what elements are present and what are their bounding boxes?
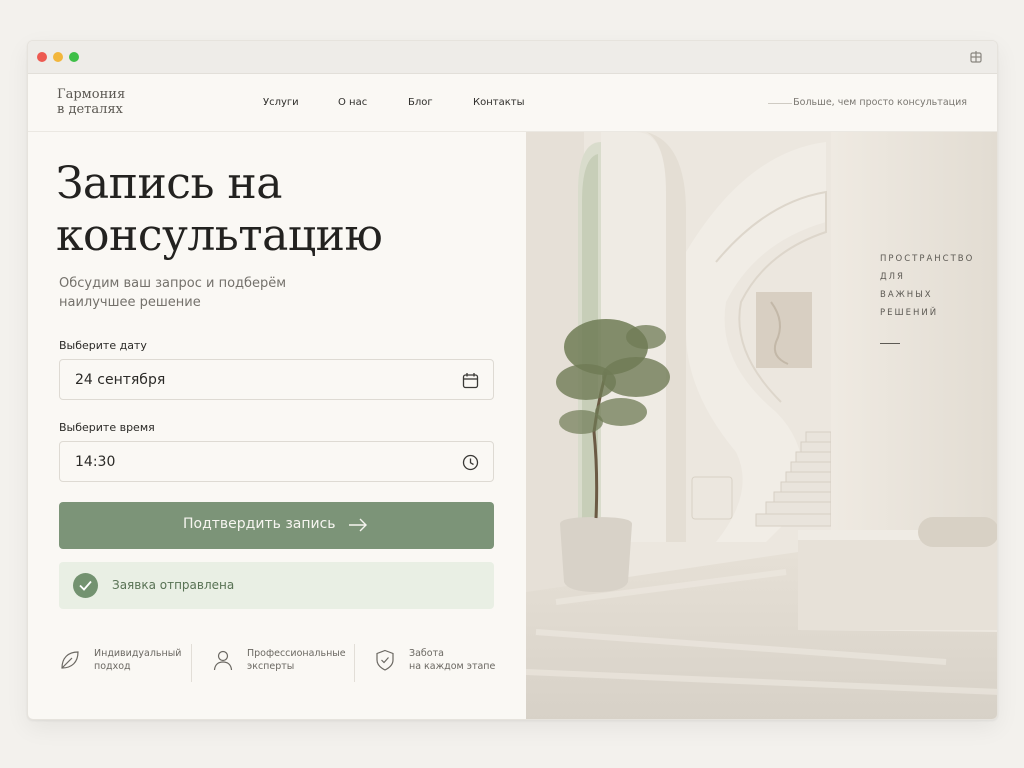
brand-line-2: в деталях [57, 102, 123, 117]
maximize-window-button[interactable] [69, 52, 79, 62]
time-label: Выберите время [59, 421, 155, 434]
window-chrome [28, 41, 997, 74]
tagline-divider [768, 103, 792, 104]
booking-form-panel: Запись на консультацию Обсудим ваш запро… [28, 132, 526, 719]
interior-illustration [526, 132, 997, 719]
brand-logo[interactable]: Гармония в деталях [57, 87, 125, 117]
feature-divider [354, 644, 355, 682]
title-line-2: консультацию [56, 210, 383, 261]
feature-experts-line2: эксперты [247, 661, 295, 672]
feature-individual-text: Индивидуальный подход [94, 647, 204, 673]
date-label: Выберите дату [59, 339, 147, 352]
brand-line-1: Гармония [57, 87, 126, 102]
overlay-line-2: ДЛЯ [880, 272, 905, 282]
nav-blog[interactable]: Блог [408, 97, 433, 108]
user-icon [213, 650, 233, 671]
feature-care-text: Забота на каждом этапе [409, 647, 519, 673]
page-title: Запись на консультацию [56, 158, 383, 262]
overlay-line-1: ПРОСТРАНСТВО [880, 254, 975, 264]
date-value: 24 сентября [75, 372, 166, 388]
overlay-line-3: ВАЖНЫХ [880, 290, 933, 300]
arrow-right-icon [349, 518, 367, 532]
feature-care-line2: на каждом этапе [409, 661, 496, 672]
hero-overlay-caption: ПРОСТРАНСТВО ДЛЯ ВАЖНЫХ РЕШЕНИЙ [880, 250, 974, 322]
hero-image: ПРОСТРАНСТВО ДЛЯ ВАЖНЫХ РЕШЕНИЙ [526, 132, 997, 719]
shield-check-icon [376, 649, 394, 671]
title-line-1: Запись на [56, 158, 282, 209]
feature-care-line1: Забота [409, 648, 444, 659]
leaf-icon [61, 651, 79, 669]
clock-icon[interactable] [462, 454, 479, 471]
overlay-underline [880, 343, 900, 344]
check-circle-icon [73, 573, 98, 598]
feature-individual-line2: подход [94, 661, 131, 672]
success-notice: Заявка отправлена [59, 562, 494, 609]
confirm-booking-button[interactable]: Подтвердить запись [59, 502, 494, 549]
time-picker-field[interactable]: 14:30 [59, 441, 494, 482]
feature-experts-text: Профессиональные эксперты [247, 647, 357, 673]
minimize-window-button[interactable] [53, 52, 63, 62]
feature-experts-line1: Профессиональные [247, 648, 346, 659]
feature-divider [191, 644, 192, 682]
date-picker-field[interactable]: 24 сентября [59, 359, 494, 400]
feature-individual-line1: Индивидуальный [94, 648, 182, 659]
nav-about[interactable]: О нас [338, 97, 367, 108]
nav-services[interactable]: Услуги [263, 97, 299, 108]
extension-icon[interactable] [969, 50, 983, 64]
confirm-button-label: Подтвердить запись [183, 516, 336, 532]
overlay-line-4: РЕШЕНИЙ [880, 308, 939, 318]
header-tagline: Больше, чем просто консультация [793, 97, 967, 108]
nav-contacts[interactable]: Контакты [473, 97, 524, 108]
calendar-icon[interactable] [462, 372, 479, 389]
time-value: 14:30 [75, 454, 116, 470]
site-header: Гармония в деталях Услуги О нас Блог Кон… [28, 74, 997, 132]
page-subtitle: Обсудим ваш запрос и подберём наилучшее … [59, 276, 287, 310]
success-message: Заявка отправлена [112, 578, 235, 592]
close-window-button[interactable] [37, 52, 47, 62]
browser-window: Гармония в деталях Услуги О нас Блог Кон… [27, 40, 998, 720]
